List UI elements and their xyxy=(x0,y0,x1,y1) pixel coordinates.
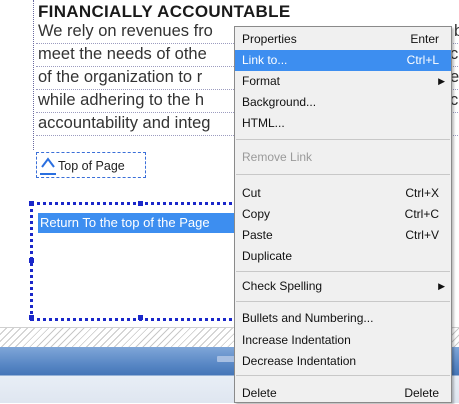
menu-item-copy[interactable]: Copy Ctrl+C xyxy=(235,204,451,225)
menu-item-shortcut: Ctrl+X xyxy=(405,186,439,200)
menu-item-label: Format xyxy=(242,74,281,88)
section-heading: FINANCIALLY ACCOUNTABLE xyxy=(38,2,291,21)
menu-item-increase-indentation[interactable]: Increase Indentation xyxy=(235,330,451,351)
menu-item-decrease-indentation[interactable]: Decrease Indentation xyxy=(235,351,451,372)
menu-item-label: Decrease Indentation xyxy=(242,354,357,368)
top-of-page-label: Top of Page xyxy=(58,159,125,173)
submenu-arrow-icon: ▶ xyxy=(438,76,445,86)
resize-handle[interactable] xyxy=(138,201,143,206)
menu-item-paste[interactable]: Paste Ctrl+V xyxy=(235,225,451,246)
resize-handle[interactable] xyxy=(29,201,34,206)
menu-item-label: Duplicate xyxy=(242,249,293,263)
resize-handle[interactable] xyxy=(29,315,34,320)
menu-item-link-to[interactable]: Link to... Ctrl+L xyxy=(235,50,451,71)
selected-text-box[interactable]: Return To the top of the Page xyxy=(29,201,252,321)
menu-separator xyxy=(236,375,450,376)
menu-item-remove-link: Remove Link xyxy=(235,147,451,168)
menu-item-shortcut: Ctrl+L xyxy=(406,53,439,67)
menu-item-shortcut: Delete xyxy=(404,386,439,400)
top-of-page-link[interactable]: Top of Page xyxy=(36,152,146,178)
menu-separator xyxy=(236,271,450,272)
menu-item-label: Increase Indentation xyxy=(242,333,351,347)
menu-item-label: Background... xyxy=(242,95,317,109)
submenu-arrow-icon: ▶ xyxy=(438,281,445,291)
selected-text[interactable]: Return To the top of the Page xyxy=(38,213,245,233)
menu-item-background[interactable]: Background... xyxy=(235,92,451,113)
menu-item-bullets-numbering[interactable]: Bullets and Numbering... xyxy=(235,308,451,329)
content-guide-line xyxy=(33,0,34,150)
menu-item-label: Delete xyxy=(242,386,277,400)
menu-item-label: Remove Link xyxy=(242,150,313,164)
menu-item-shortcut: Ctrl+V xyxy=(405,228,439,242)
menu-separator xyxy=(236,301,450,302)
resize-handle[interactable] xyxy=(138,315,143,320)
menu-item-check-spelling[interactable]: Check Spelling ▶ xyxy=(235,276,451,297)
menu-item-format[interactable]: Format ▶ xyxy=(235,71,451,92)
menu-separator xyxy=(236,174,450,175)
menu-item-label: Link to... xyxy=(242,53,288,67)
caret-up-icon xyxy=(40,155,56,175)
menu-item-duplicate[interactable]: Duplicate xyxy=(235,246,451,267)
menu-item-label: Bullets and Numbering... xyxy=(242,311,374,325)
menu-item-shortcut: Enter xyxy=(410,32,439,46)
menu-item-shortcut: Ctrl+C xyxy=(404,207,439,221)
menu-item-properties[interactable]: Properties Enter xyxy=(235,29,451,50)
menu-separator xyxy=(236,139,450,140)
menu-item-label: Properties xyxy=(242,32,297,46)
menu-item-html[interactable]: HTML... xyxy=(235,113,451,134)
menu-item-label: Copy xyxy=(242,207,271,221)
menu-item-delete[interactable]: Delete Delete xyxy=(235,383,451,404)
menu-item-label: Paste xyxy=(242,228,273,242)
menu-item-label: Cut xyxy=(242,186,261,200)
resize-handle[interactable] xyxy=(29,258,34,263)
context-menu: Properties Enter Link to... Ctrl+L Forma… xyxy=(234,26,452,403)
menu-item-cut[interactable]: Cut Ctrl+X xyxy=(235,183,451,204)
menu-item-label: Check Spelling xyxy=(242,279,323,293)
menu-item-label: HTML... xyxy=(242,116,285,130)
